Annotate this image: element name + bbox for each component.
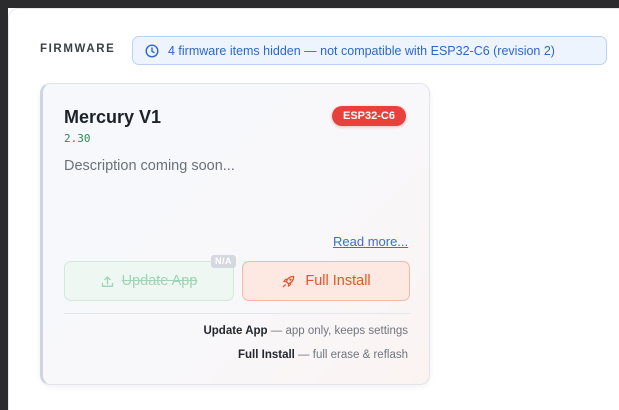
legend-install-text: — full erase & reflash bbox=[294, 349, 408, 361]
read-more-link[interactable]: Read more... bbox=[333, 234, 408, 249]
card-divider bbox=[64, 313, 410, 314]
firmware-description: Description coming soon... bbox=[64, 158, 235, 174]
chip-badge: ESP32-C6 bbox=[332, 106, 406, 126]
update-app-button[interactable]: Update App bbox=[64, 261, 234, 301]
na-badge: N/A bbox=[211, 255, 236, 268]
firmware-card: Mercury V1 2.30 ESP32-C6 Description com… bbox=[40, 83, 430, 385]
compatibility-notice: 4 firmware items hidden — not compatible… bbox=[132, 36, 607, 65]
section-label: FIRMWARE bbox=[40, 43, 116, 55]
update-app-label: Update App bbox=[121, 273, 198, 289]
legend-install-term: Full Install bbox=[237, 349, 295, 361]
upload-icon bbox=[101, 275, 113, 287]
legend-update-term: Update App bbox=[203, 325, 268, 337]
full-install-label: Full Install bbox=[305, 273, 371, 289]
firmware-title: Mercury V1 bbox=[64, 107, 162, 127]
window-frame-left bbox=[0, 0, 8, 410]
firmware-version: 2.30 bbox=[64, 132, 91, 145]
legend-full-install: Full Install — full erase & reflash bbox=[238, 349, 408, 361]
window-frame-top bbox=[0, 0, 619, 8]
full-install-button[interactable]: Full Install bbox=[242, 261, 410, 301]
legend-update-app: Update App — app only, keeps settings bbox=[203, 325, 408, 337]
clock-icon bbox=[145, 43, 159, 58]
legend-update-text: — app only, keeps settings bbox=[267, 325, 408, 337]
notice-text: 4 firmware items hidden — not compatible… bbox=[168, 43, 555, 58]
rocket-icon bbox=[283, 275, 295, 287]
